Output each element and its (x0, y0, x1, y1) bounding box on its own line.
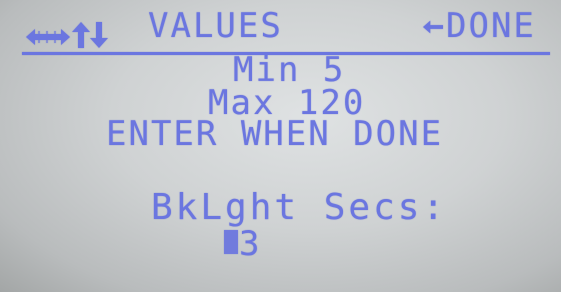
down-arrow-icon[interactable] (90, 20, 108, 50)
lcd-screen: VALUES DONE Min 5 Max 120 ENTER WHEN DON… (0, 0, 561, 292)
screen-title: VALUES (148, 6, 283, 46)
up-arrow-icon[interactable] (72, 20, 90, 50)
lcd-display: VALUES DONE Min 5 Max 120 ENTER WHEN DON… (0, 0, 561, 292)
field-label: BkLght Secs: (151, 187, 448, 228)
left-right-arrow-icon[interactable] (26, 22, 70, 52)
field-value[interactable]: 3 (239, 224, 261, 264)
enter-arrow-icon[interactable] (423, 18, 443, 36)
instruction-text: ENTER WHEN DONE (106, 114, 444, 154)
done-label[interactable]: DONE (446, 6, 536, 46)
edit-cursor (224, 230, 238, 254)
